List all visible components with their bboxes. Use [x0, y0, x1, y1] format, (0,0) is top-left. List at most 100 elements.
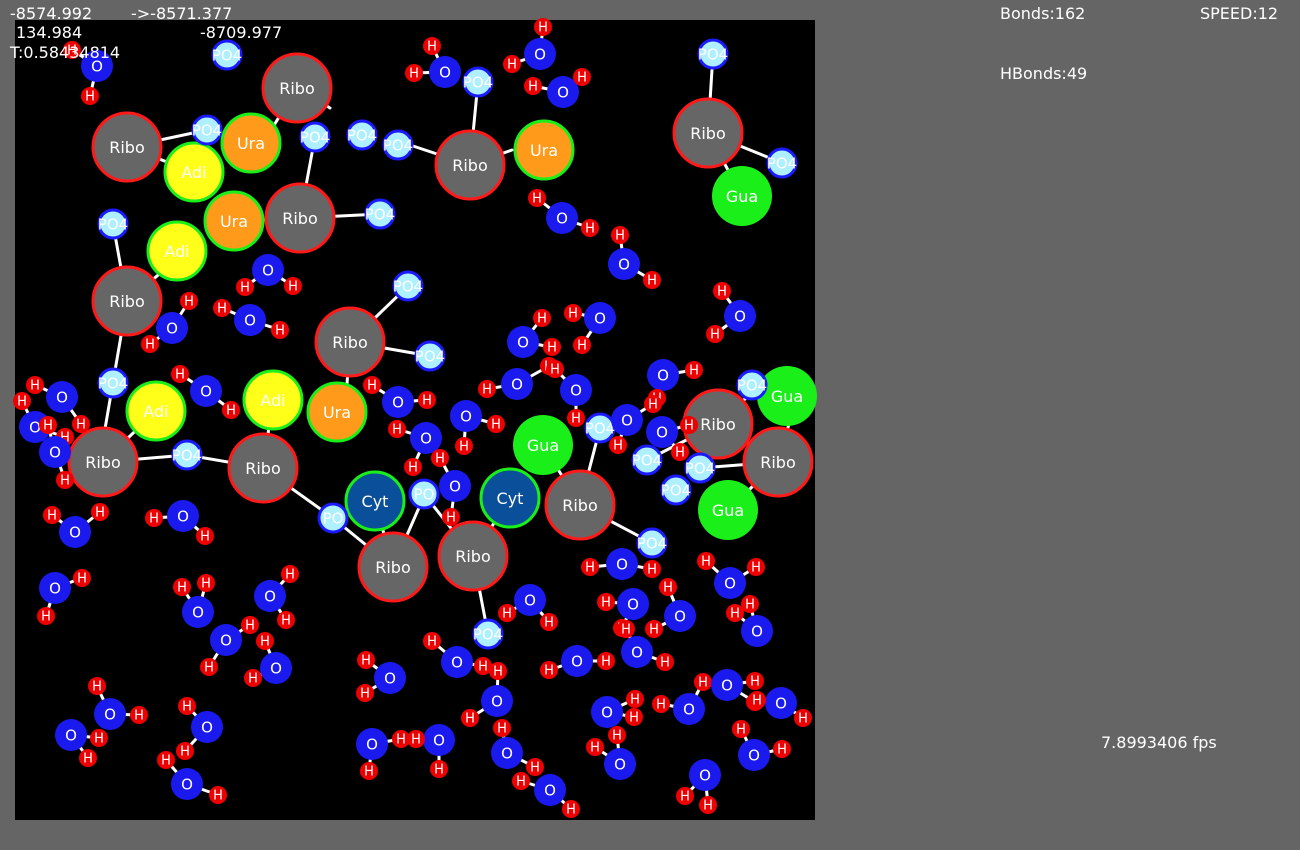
hydrogen-atom[interactable]: H [611, 226, 629, 244]
hydrogen-atom[interactable]: H [200, 658, 218, 676]
hydrogen-atom[interactable]: H [726, 604, 744, 622]
hydrogen-atom[interactable]: H [360, 762, 378, 780]
phosphate-atom[interactable]: PO4 [171, 439, 203, 471]
hydrogen-atom[interactable]: H [73, 569, 91, 587]
phosphate-atom[interactable]: PO4 [636, 527, 668, 559]
hydrogen-atom[interactable]: H [271, 321, 289, 339]
hydrogen-atom[interactable]: H [256, 632, 274, 650]
phosphate-atom[interactable]: PO4 [191, 114, 223, 146]
hydrogen-atom[interactable]: H [284, 277, 302, 295]
hydrogen-atom[interactable]: H [478, 380, 496, 398]
oxygen-atom[interactable]: O [507, 326, 539, 358]
phosphate-atom[interactable]: PO4 [631, 444, 663, 476]
oxygen-atom[interactable]: O [156, 312, 188, 344]
phosphate-atom[interactable]: PO4 [97, 367, 129, 399]
guanine-atom[interactable]: Gua [513, 415, 573, 475]
cytosine-atom[interactable]: Cyt [344, 470, 406, 532]
hydrogen-atom[interactable]: H [597, 652, 615, 670]
uracil-atom[interactable]: Ura [513, 119, 575, 181]
phosphate-atom[interactable]: PO [408, 478, 440, 510]
hydrogen-atom[interactable]: H [493, 719, 511, 737]
hydrogen-atom[interactable]: H [567, 409, 585, 427]
phosphate-atom[interactable]: PO4 [414, 340, 446, 372]
oxygen-atom[interactable]: O [561, 645, 593, 677]
hydrogen-atom[interactable]: H [586, 738, 604, 756]
hydrogen-atom[interactable]: H [528, 189, 546, 207]
hydrogen-atom[interactable]: H [37, 607, 55, 625]
oxygen-atom[interactable]: O [584, 302, 616, 334]
hydrogen-atom[interactable]: H [91, 503, 109, 521]
hydrogen-atom[interactable]: H [241, 616, 259, 634]
hydrogen-atom[interactable]: H [81, 87, 99, 105]
hydrogen-atom[interactable]: H [442, 508, 460, 526]
hydrogen-atom[interactable]: H [423, 632, 441, 650]
oxygen-atom[interactable]: O [374, 662, 406, 694]
hydrogen-atom[interactable]: H [643, 271, 661, 289]
hydrogen-atom[interactable]: H [43, 506, 61, 524]
hydrogen-atom[interactable]: H [671, 443, 689, 461]
oxygen-atom[interactable]: O [59, 516, 91, 548]
hydrogen-atom[interactable]: H [546, 360, 564, 378]
hydrogen-atom[interactable]: H [176, 742, 194, 760]
ribose-atom[interactable]: Ribo [264, 182, 336, 254]
ribose-atom[interactable]: Ribo [67, 426, 139, 498]
hydrogen-atom[interactable]: H [281, 565, 299, 583]
oxygen-atom[interactable]: O [423, 724, 455, 756]
hydrogen-atom[interactable]: H [196, 527, 214, 545]
adenine-atom[interactable]: Adi [242, 369, 304, 431]
phosphate-atom[interactable]: PO [317, 502, 349, 534]
hydrogen-atom[interactable]: H [652, 695, 670, 713]
hydrogen-atom[interactable]: H [512, 772, 530, 790]
adenine-atom[interactable]: Adi [146, 220, 208, 282]
hydrogen-atom[interactable]: H [697, 552, 715, 570]
oxygen-atom[interactable]: O [560, 374, 592, 406]
hydrogen-atom[interactable]: H [461, 709, 479, 727]
oxygen-atom[interactable]: O [606, 548, 638, 580]
hydrogen-atom[interactable]: H [357, 651, 375, 669]
hydrogen-atom[interactable]: H [656, 653, 674, 671]
oxygen-atom[interactable]: O [514, 584, 546, 616]
hydrogen-atom[interactable]: H [388, 420, 406, 438]
oxygen-atom[interactable]: O [647, 359, 679, 391]
hydrogen-atom[interactable]: H [56, 471, 74, 489]
hydrogen-atom[interactable]: H [209, 786, 227, 804]
hydrogen-atom[interactable]: H [26, 376, 44, 394]
oxygen-atom[interactable]: O [382, 386, 414, 418]
ribose-atom[interactable]: Ribo [437, 520, 509, 592]
hydrogen-atom[interactable]: H [197, 574, 215, 592]
oxygen-atom[interactable]: O [356, 728, 388, 760]
ribose-atom[interactable]: Ribo [434, 129, 506, 201]
phosphate-atom[interactable]: PO4 [392, 270, 424, 302]
hydrogen-atom[interactable]: H [794, 709, 812, 727]
oxygen-atom[interactable]: O [439, 470, 471, 502]
oxygen-atom[interactable]: O [171, 768, 203, 800]
oxygen-atom[interactable]: O [724, 300, 756, 332]
hydrogen-atom[interactable]: H [573, 336, 591, 354]
hydrogen-atom[interactable]: H [363, 376, 381, 394]
hydrogen-atom[interactable]: H [699, 796, 717, 814]
hydrogen-atom[interactable]: H [79, 749, 97, 767]
hydrogen-atom[interactable]: H [533, 309, 551, 327]
hydrogen-atom[interactable]: H [487, 415, 505, 433]
hydrogen-atom[interactable]: H [90, 729, 108, 747]
hydrogen-atom[interactable]: H [157, 751, 175, 769]
phosphate-atom[interactable]: PO4 [211, 39, 243, 71]
ribose-atom[interactable]: Ribo [91, 265, 163, 337]
oxygen-atom[interactable]: O [611, 404, 643, 436]
hydrogen-atom[interactable]: H [405, 64, 423, 82]
oxygen-atom[interactable]: O [210, 624, 242, 656]
hydrogen-atom[interactable]: H [171, 365, 189, 383]
hydrogen-atom[interactable]: H [617, 620, 635, 638]
oxygen-atom[interactable]: O [524, 38, 556, 70]
hydrogen-atom[interactable]: H [173, 578, 191, 596]
hydrogen-atom[interactable]: H [423, 37, 441, 55]
oxygen-atom[interactable]: O [190, 375, 222, 407]
oxygen-atom[interactable]: O [191, 711, 223, 743]
oxygen-atom[interactable]: O [765, 687, 797, 719]
ribose-atom[interactable]: Ribo [742, 426, 814, 498]
oxygen-atom[interactable]: O [39, 572, 71, 604]
oxygen-atom[interactable]: O [491, 737, 523, 769]
hydrogen-atom[interactable]: H [180, 292, 198, 310]
oxygen-atom[interactable]: O [604, 748, 636, 780]
hydrogen-atom[interactable]: H [392, 730, 410, 748]
